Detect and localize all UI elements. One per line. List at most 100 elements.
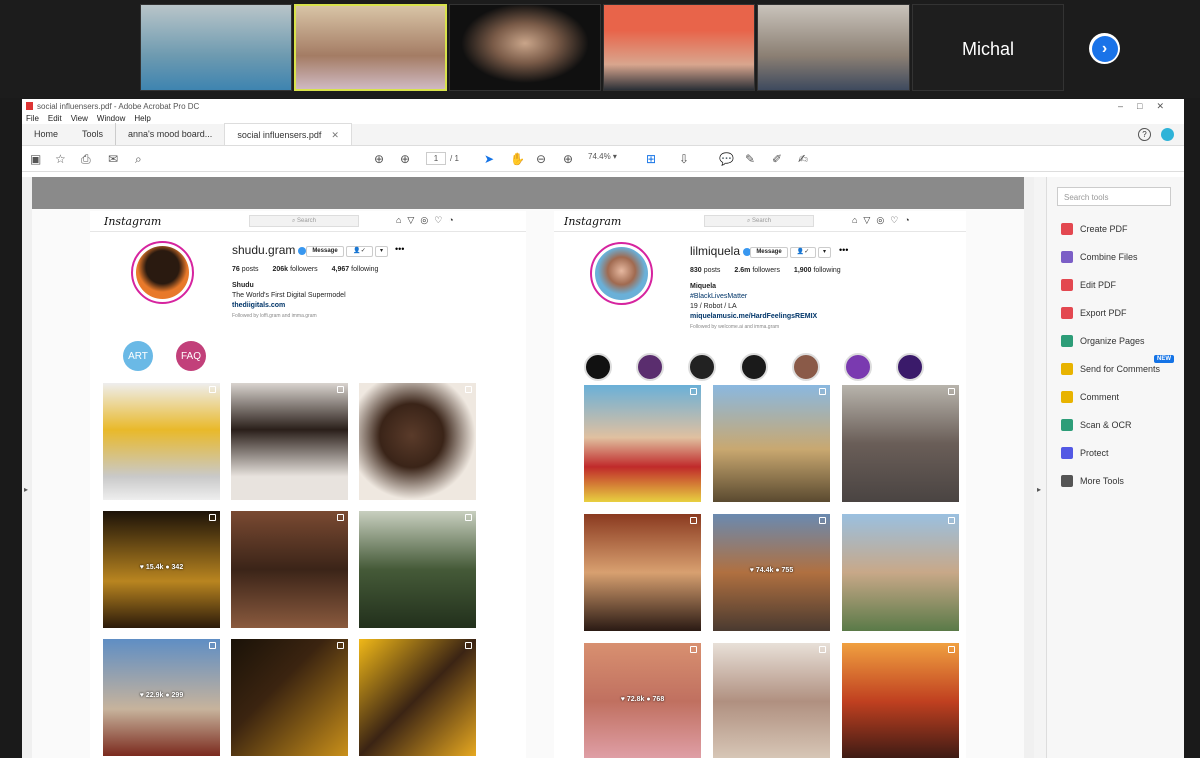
highlight-pen-icon[interactable]: ✎ [745, 152, 755, 166]
highlight-label: ART [128, 350, 148, 362]
instagram-logo: Instagram [564, 215, 622, 228]
search-tools-input[interactable]: Search tools [1057, 187, 1171, 206]
zoom-level-select[interactable]: 74.4% ▾ [588, 152, 617, 161]
multi-image-icon [209, 642, 216, 649]
page-number-input[interactable]: 1 [426, 152, 446, 165]
toolbar: ▣ ☆ ⎙ ✉ ⌕ ⊕ ⊕ 1 / 1 ➤ ✋ ⊖ ⊕ 74.4% ▾ ⊞ ⇩ … [22, 146, 1184, 172]
tab-tools[interactable]: Tools [70, 123, 115, 145]
video-tile-participant-5[interactable] [757, 4, 910, 91]
story-highlight [792, 353, 820, 381]
participant-name: Michal [961, 39, 1014, 59]
fit-page-icon[interactable]: ⊞ [646, 152, 656, 166]
close-tab-icon[interactable]: ✕ [331, 130, 339, 140]
multi-image-icon [209, 514, 216, 521]
tool-protect[interactable]: Protect [1061, 447, 1109, 459]
menu-file[interactable]: File [26, 114, 39, 123]
instagram-search: ⌕ Search [249, 215, 359, 227]
left-panel-toggle[interactable]: ▸ [22, 177, 32, 758]
window-controls[interactable]: –□✕ [1118, 101, 1178, 112]
followers-label: followers [752, 267, 780, 274]
search-icon[interactable]: ⌕ [135, 152, 142, 167]
tool-label: Send for Comments [1080, 364, 1161, 374]
prev-page-icon[interactable]: ⊕ [374, 152, 384, 166]
like-count: 22.9k [145, 691, 164, 699]
like-count: 74.4k [755, 566, 774, 574]
post-thumbnail [842, 643, 959, 758]
menu-edit[interactable]: Edit [48, 114, 62, 123]
profile-bio: Miquela #BlackLivesMatter 19 / Robot / L… [690, 282, 817, 332]
right-panel-toggle[interactable]: ▸ [1034, 177, 1046, 758]
bookmark-star-icon[interactable]: ☆ [55, 152, 66, 166]
tool-export-pdf[interactable]: Export PDF [1061, 307, 1127, 319]
tool-send-for-comments[interactable]: Send for Comments [1061, 363, 1160, 375]
post-thumbnail [713, 643, 830, 758]
following-count: 4,967 [331, 266, 350, 273]
multi-image-icon [337, 514, 344, 521]
tool-icon [1061, 419, 1073, 431]
help-icon[interactable]: ? [1138, 128, 1151, 141]
tool-create-pdf[interactable]: Create PDF [1061, 223, 1128, 235]
multi-image-icon [948, 517, 955, 524]
comment-bubble-icon: ● [644, 695, 653, 703]
video-tile-participant-3[interactable] [449, 4, 601, 91]
tool-icon [1061, 307, 1073, 319]
tab-home[interactable]: Home [22, 123, 70, 145]
video-tile-camera-off[interactable]: Michal [912, 4, 1064, 91]
profile-avatar [590, 242, 653, 305]
highlight-label: FAQ [180, 350, 201, 362]
print-icon[interactable]: ⎙ [81, 152, 91, 167]
posts-label: posts [241, 266, 259, 273]
document-area: Instagram ⌕ Search ⌂▽◎♡◔ shudu.gram Mess… [32, 177, 1024, 758]
story-highlight [688, 353, 716, 381]
tab-doc-mood-board[interactable]: anna's mood board... [115, 123, 224, 145]
tab-bar: Home Tools anna's mood board... social i… [22, 123, 1184, 146]
zoom-in-icon[interactable]: ⊕ [563, 152, 573, 166]
tool-icon [1061, 223, 1073, 235]
menu-window[interactable]: Window [97, 114, 125, 123]
username-text: shudu.gram [232, 243, 296, 257]
tool-label: Edit PDF [1080, 280, 1117, 290]
comment-icon[interactable]: 💬 [719, 152, 734, 166]
account-avatar[interactable] [1161, 128, 1174, 141]
scroll-mode-icon[interactable]: ⇩ [679, 152, 689, 166]
title-bar: social influensers.pdf - Adobe Acrobat P… [22, 99, 1184, 113]
menu-help[interactable]: Help [134, 114, 150, 123]
tab-doc-social-influensers[interactable]: social influensers.pdf ✕ [224, 123, 352, 145]
tool-combine-files[interactable]: Combine Files [1061, 251, 1138, 263]
stamp-icon[interactable]: ✍ [798, 152, 808, 166]
follow-icon-button: 👤✓ [790, 247, 816, 258]
tool-icon [1061, 363, 1073, 375]
bio-hashtag: #BlackLivesMatter [690, 293, 748, 300]
multi-image-icon [690, 646, 697, 653]
like-count: 72.8k [626, 695, 645, 703]
vertical-scrollbar[interactable] [1024, 177, 1034, 758]
save-icon[interactable]: ▣ [30, 152, 41, 166]
new-badge: NEW [1154, 355, 1174, 363]
next-page-icon[interactable]: ⊕ [400, 152, 410, 166]
email-icon[interactable]: ✉ [108, 152, 118, 166]
hand-tool-icon[interactable]: ✋ [510, 152, 525, 166]
pdf-file-icon [26, 102, 33, 110]
profile-stats: 830 posts 2.6m followers 1,900 following [690, 267, 841, 274]
tool-label: Protect [1080, 448, 1109, 458]
tool-edit-pdf[interactable]: Edit PDF [1061, 279, 1116, 291]
video-tile-participant-1[interactable] [140, 4, 292, 91]
instagram-header: Instagram ⌕ Search ⌂▽◎♡◔ [554, 211, 966, 232]
menu-view[interactable]: View [71, 114, 88, 123]
tool-icon [1061, 447, 1073, 459]
tool-organize-pages[interactable]: Organize Pages [1061, 335, 1145, 347]
next-participants-button[interactable]: › [1089, 33, 1120, 64]
zoom-out-icon[interactable]: ⊖ [536, 152, 546, 166]
select-cursor-icon[interactable]: ➤ [484, 152, 494, 166]
profile-username: shudu.gram [232, 243, 307, 257]
video-tile-participant-2[interactable] [294, 4, 447, 91]
video-tile-participant-4[interactable] [603, 4, 755, 91]
dropdown-button: ▾ [818, 247, 831, 258]
instagram-header: Instagram ⌕ Search ⌂▽◎♡◔ [90, 211, 526, 232]
tool-more-tools[interactable]: More Tools [1061, 475, 1124, 487]
tool-comment[interactable]: Comment [1061, 391, 1119, 403]
draw-icon[interactable]: ✐ [772, 152, 782, 166]
followers-label: followers [290, 266, 318, 273]
tool-label: Organize Pages [1080, 336, 1145, 346]
tool-scan-ocr[interactable]: Scan & OCR [1061, 419, 1132, 431]
